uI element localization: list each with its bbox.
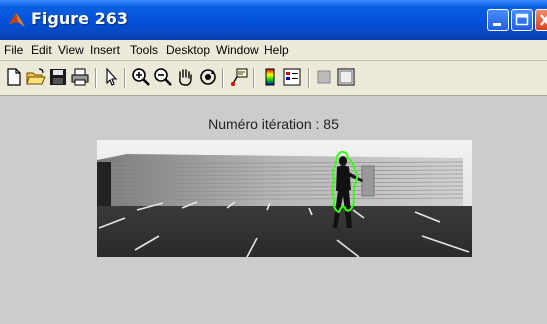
zoom-out-icon	[154, 68, 172, 86]
minimize-button[interactable]	[487, 9, 509, 31]
data-cursor-button[interactable]	[228, 66, 250, 88]
data-cursor-icon	[231, 68, 248, 86]
new-figure-icon	[7, 68, 21, 86]
menu-bar: File Edit View Insert Tools Desktop Wind…	[0, 40, 547, 61]
toolbar-separator	[95, 68, 97, 88]
rotate-3d-icon	[200, 69, 216, 85]
zoom-in-button[interactable]	[130, 66, 152, 88]
pan-hand-button[interactable]	[174, 66, 196, 88]
figure-canvas: Numéro itération : 85	[0, 96, 547, 324]
insert-colorbar-icon	[265, 68, 275, 86]
menu-desktop[interactable]: Desktop	[166, 43, 210, 57]
open-file-button[interactable]	[25, 66, 47, 88]
toolbar-separator	[253, 68, 255, 88]
insert-legend-button[interactable]	[281, 66, 303, 88]
rotate-3d-button[interactable]	[197, 66, 219, 88]
plot-title: Numéro itération : 85	[208, 116, 339, 132]
menu-help[interactable]: Help	[264, 43, 289, 57]
new-figure-button[interactable]	[3, 66, 25, 88]
window-title: Figure 263	[31, 9, 128, 28]
show-plot-tools-button[interactable]	[335, 66, 357, 88]
toolbar-separator	[124, 68, 126, 88]
select-arrow-icon	[106, 67, 118, 86]
menu-insert[interactable]: Insert	[90, 43, 120, 57]
menu-view[interactable]: View	[58, 43, 84, 57]
menu-file[interactable]: File	[4, 43, 23, 57]
toolbar-separator	[308, 68, 310, 88]
select-arrow-button[interactable]	[100, 66, 122, 88]
hide-plot-tools-button[interactable]	[313, 66, 335, 88]
title-bar[interactable]: Figure 263	[0, 0, 547, 40]
zoom-in-icon	[132, 68, 150, 86]
pan-hand-icon	[179, 69, 192, 86]
toolbar-separator	[222, 68, 224, 88]
show-plot-tools-icon	[337, 68, 355, 86]
figure-window: Figure 263 File Edit View Insert Tools D…	[0, 0, 547, 324]
maximize-button[interactable]	[511, 9, 533, 31]
zoom-out-button[interactable]	[152, 66, 174, 88]
menu-tools[interactable]: Tools	[130, 43, 158, 57]
matlab-logo-icon	[8, 11, 26, 29]
close-icon	[540, 14, 547, 26]
insert-legend-icon	[283, 68, 301, 86]
menu-window[interactable]: Window	[216, 43, 259, 57]
print-button[interactable]	[69, 66, 91, 88]
hide-plot-tools-icon	[317, 70, 331, 84]
save-icon	[50, 69, 66, 85]
insert-colorbar-button[interactable]	[259, 66, 281, 88]
menu-edit[interactable]: Edit	[31, 43, 52, 57]
toolbar	[0, 61, 547, 96]
minimize-icon	[493, 23, 501, 26]
open-file-icon	[26, 68, 46, 85]
print-icon	[71, 68, 89, 86]
maximize-icon	[515, 13, 529, 26]
tracking-frame	[96, 140, 472, 258]
save-button[interactable]	[47, 66, 69, 88]
close-button[interactable]	[535, 9, 547, 31]
